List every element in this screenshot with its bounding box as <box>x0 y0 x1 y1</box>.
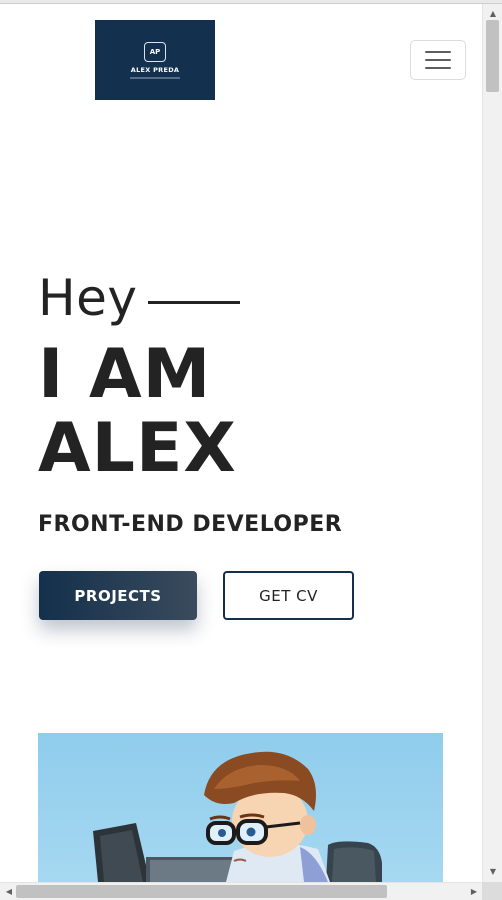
horizontal-scrollbar[interactable]: ◀ ▶ <box>0 882 482 900</box>
scroll-up-arrow-icon[interactable]: ▲ <box>483 8 502 20</box>
logo-name: ALEX PREDA <box>130 65 180 74</box>
site-logo[interactable]: AP ALEX PREDA <box>95 20 215 100</box>
hero-role: FRONT-END DEVELOPER <box>38 512 343 537</box>
vertical-scroll-thumb[interactable] <box>486 20 499 92</box>
scroll-left-arrow-icon[interactable]: ◀ <box>3 885 15 899</box>
horizontal-scroll-thumb[interactable] <box>16 885 387 898</box>
developer-cartoon-illustration <box>93 751 382 882</box>
scroll-right-arrow-icon[interactable]: ▶ <box>468 885 480 899</box>
developer-illustration <box>38 733 443 882</box>
headline-line-1: I AM <box>38 335 212 414</box>
hero-greeting: Hey <box>38 269 138 327</box>
hero-headline: I AM ALEX <box>38 338 237 486</box>
logo-tagline <box>130 76 180 79</box>
menu-bar-bottom <box>425 67 451 69</box>
hamburger-menu-icon[interactable] <box>410 40 466 80</box>
menu-bar-top <box>425 51 451 53</box>
logo-monogram: AP <box>144 41 166 62</box>
vertical-scrollbar[interactable]: ▲ ▼ <box>482 4 502 884</box>
scroll-down-arrow-icon[interactable]: ▼ <box>483 866 502 878</box>
browser-top-edge <box>0 0 502 4</box>
menu-bar-middle <box>425 59 451 61</box>
greeting-underline <box>148 301 240 304</box>
get-cv-button[interactable]: GET CV <box>223 571 354 620</box>
scrollbar-corner <box>482 882 502 900</box>
headline-line-2: ALEX <box>38 409 237 488</box>
projects-button[interactable]: PROJECTS <box>39 571 197 620</box>
